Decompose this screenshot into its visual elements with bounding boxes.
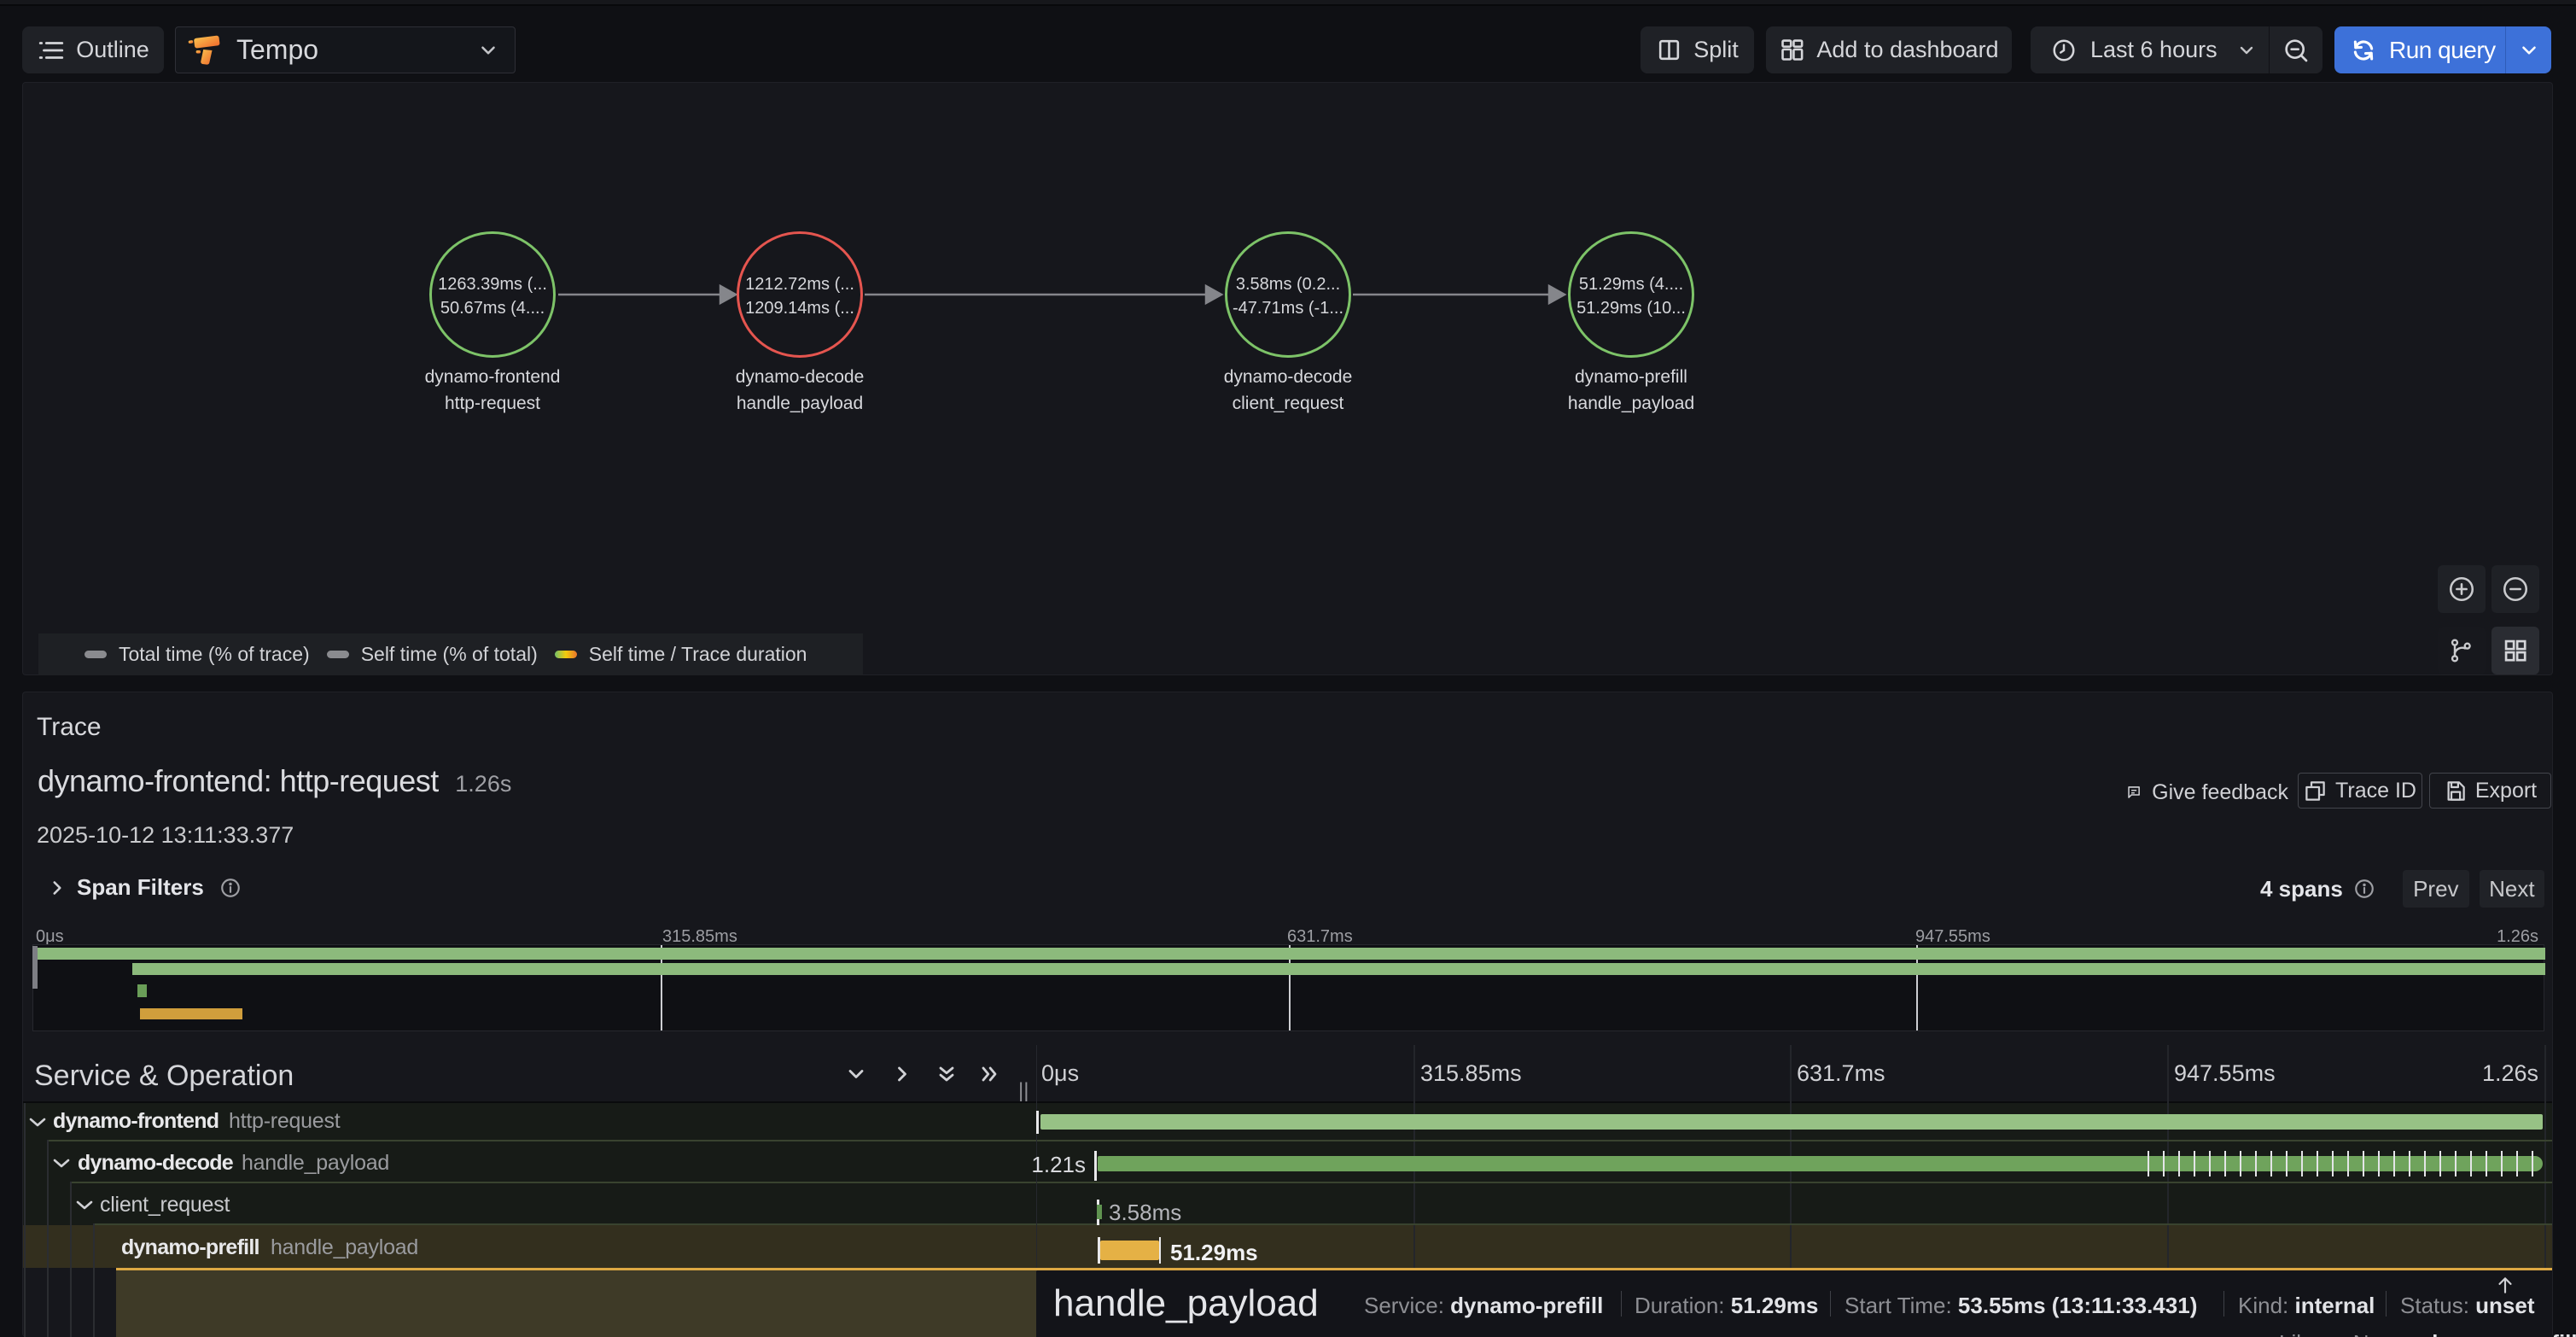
svg-text:dynamo-decode: dynamo-decode bbox=[1224, 367, 1353, 387]
svg-text:dynamo-decode: dynamo-decode bbox=[736, 367, 865, 387]
svg-text:1209.14ms (...: 1209.14ms (... bbox=[745, 299, 854, 318]
svg-text:51.29ms (10...: 51.29ms (10... bbox=[1576, 299, 1686, 318]
svg-text:1263.39ms (...: 1263.39ms (... bbox=[438, 275, 547, 294]
svg-text:handle_payload: handle_payload bbox=[737, 394, 863, 413]
svg-text:dynamo-prefill: dynamo-prefill bbox=[1575, 367, 1687, 387]
svg-text:51.29ms (4....: 51.29ms (4.... bbox=[1579, 275, 1683, 294]
svg-text:dynamo-frontend: dynamo-frontend bbox=[425, 367, 561, 387]
svg-text:client_request: client_request bbox=[1233, 394, 1344, 413]
svg-text:50.67ms (4....: 50.67ms (4.... bbox=[440, 299, 545, 318]
svg-text:1212.72ms (...: 1212.72ms (... bbox=[745, 275, 854, 294]
svg-text:http-request: http-request bbox=[445, 394, 540, 413]
svg-text:-47.71ms (-1...: -47.71ms (-1... bbox=[1233, 299, 1343, 318]
svg-text:3.58ms (0.2...: 3.58ms (0.2... bbox=[1236, 275, 1340, 294]
svg-text:handle_payload: handle_payload bbox=[1568, 394, 1694, 413]
